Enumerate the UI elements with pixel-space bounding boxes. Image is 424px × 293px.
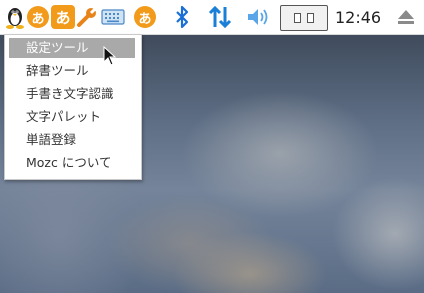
bluetooth-icon[interactable] <box>171 4 193 30</box>
volume-icon[interactable] <box>245 4 271 30</box>
workspace-switcher-icon[interactable] <box>280 5 328 31</box>
tux-icon[interactable] <box>4 4 26 30</box>
workspace-1[interactable] <box>294 13 301 23</box>
mouse-cursor-icon <box>103 46 117 66</box>
ime-glyph: あ <box>134 6 156 28</box>
ime-hiragana-icon[interactable]: あ <box>51 4 75 30</box>
eject-icon[interactable] <box>394 4 418 30</box>
network-arrows-icon[interactable] <box>206 4 234 30</box>
ime-glyph: あ <box>51 5 75 29</box>
workspace-2[interactable] <box>307 13 314 23</box>
ime-hiragana-icon[interactable]: あ <box>27 4 49 30</box>
menu-item-handwriting[interactable]: 手書き文字認識 <box>9 84 135 104</box>
clock[interactable]: 12:46 <box>335 4 381 30</box>
taskbar: あ あ あ 12:46 <box>0 0 424 35</box>
ime-tools-menu: 設定ツール 辞書ツール 手書き文字認識 文字パレット 単語登録 Mozc につい… <box>4 34 142 180</box>
menu-item-word-register[interactable]: 単語登録 <box>9 130 135 150</box>
menu-item-about-mozc[interactable]: Mozc について <box>9 153 135 173</box>
keyboard-icon[interactable] <box>100 4 125 30</box>
wrench-icon[interactable] <box>76 4 98 30</box>
ime-glyph: あ <box>27 6 49 28</box>
ime-hiragana-icon[interactable]: あ <box>134 4 156 30</box>
menu-item-character-palette[interactable]: 文字パレット <box>9 107 135 127</box>
